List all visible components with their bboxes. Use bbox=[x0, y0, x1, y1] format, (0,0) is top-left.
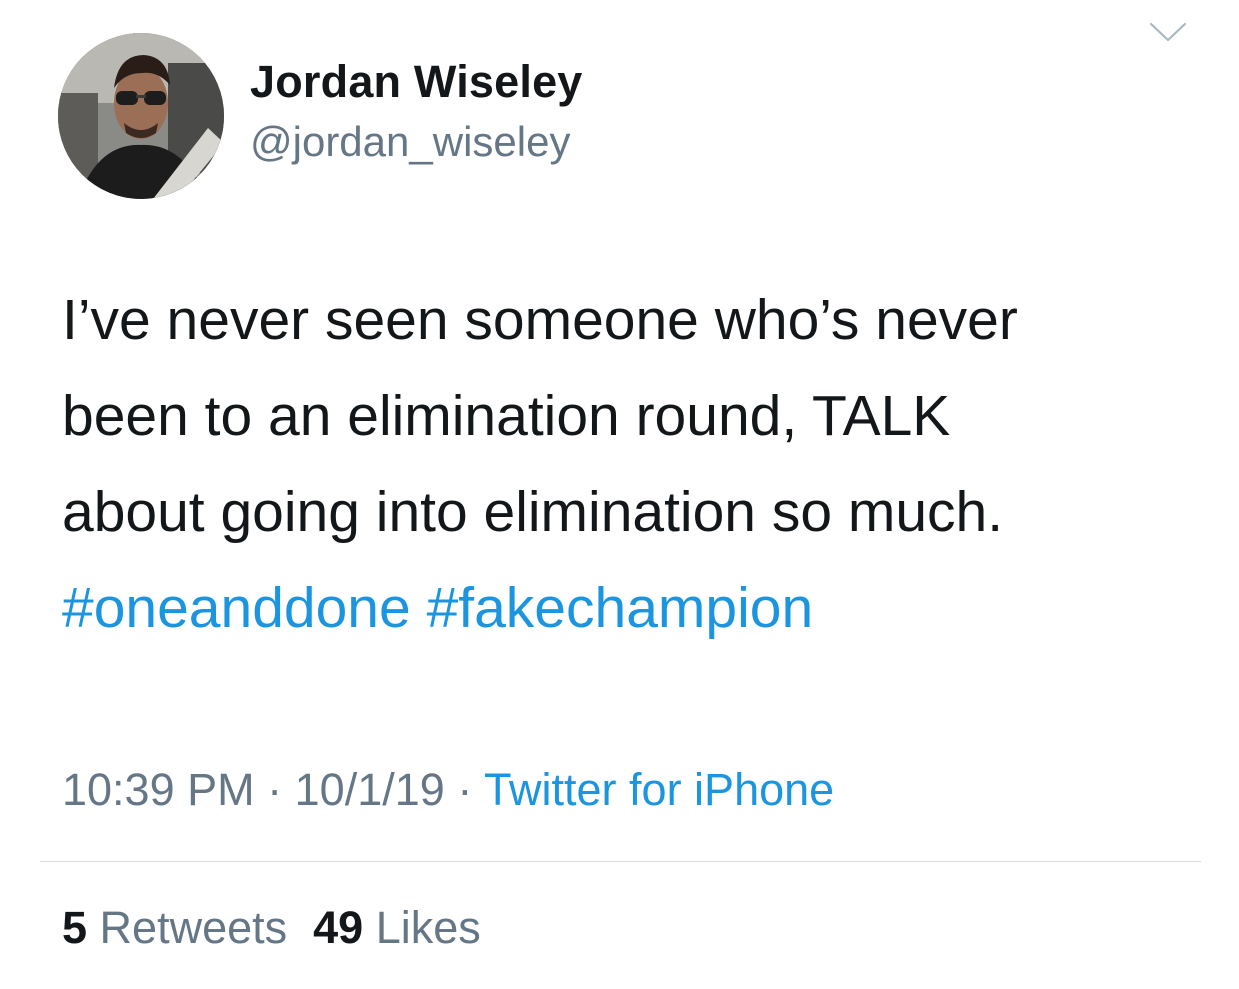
retweets-label: Retweets bbox=[99, 902, 288, 953]
tweet-metadata: 10:39 PM · 10/1/19 · Twitter for iPhone bbox=[62, 764, 834, 816]
separator-dot: · bbox=[457, 764, 473, 815]
tweet-date[interactable]: 10/1/19 bbox=[295, 764, 445, 815]
tweet-text: I’ve never seen someone who’s never been… bbox=[62, 272, 1182, 656]
tweet-text-line: about going into elimination so much. bbox=[62, 480, 1004, 544]
user-handle[interactable]: @jordan_wiseley bbox=[250, 118, 570, 166]
engagement-stats: 5 Retweets 49 Likes bbox=[62, 902, 481, 954]
retweets-stat[interactable]: 5 Retweets bbox=[62, 902, 287, 953]
tweet-detail: Jordan Wiseley @jordan_wiseley I’ve neve… bbox=[0, 0, 1239, 989]
hashtag-fakechampion[interactable]: #fakechampion bbox=[427, 576, 814, 640]
hashtag-oneanddone[interactable]: #oneanddone bbox=[62, 576, 411, 640]
retweets-count: 5 bbox=[62, 902, 88, 953]
likes-label: Likes bbox=[375, 902, 481, 953]
likes-stat[interactable]: 49 Likes bbox=[313, 902, 481, 953]
tweet-text-line: I’ve never seen someone who’s never bbox=[62, 288, 1018, 352]
hashtag-line: #oneanddone #fakechampion bbox=[62, 560, 1182, 656]
tweet-time[interactable]: 10:39 PM bbox=[62, 764, 255, 815]
likes-count: 49 bbox=[313, 902, 364, 953]
avatar[interactable] bbox=[58, 33, 224, 199]
tweet-source-link[interactable]: Twitter for iPhone bbox=[484, 764, 834, 815]
avatar-photo bbox=[58, 33, 224, 199]
divider bbox=[40, 861, 1201, 862]
display-name[interactable]: Jordan Wiseley bbox=[250, 56, 583, 108]
separator-dot: · bbox=[267, 764, 283, 815]
chevron-down-icon[interactable] bbox=[1148, 18, 1188, 46]
tweet-text-line: been to an elimination round, TALK bbox=[62, 384, 951, 448]
